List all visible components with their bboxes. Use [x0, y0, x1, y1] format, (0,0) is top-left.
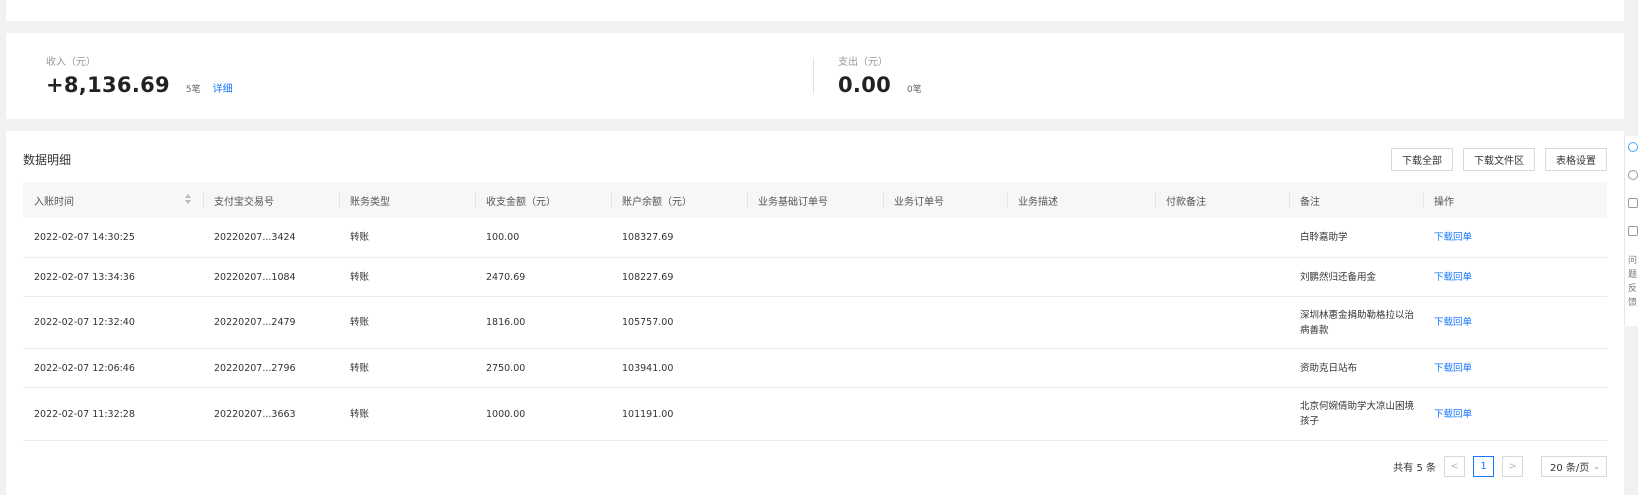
cell-trade-no: 20220207...3663 — [214, 408, 296, 420]
next-page-button[interactable]: > — [1502, 456, 1523, 477]
pagination-total: 共有 5 条 — [1393, 463, 1436, 474]
page-size-select[interactable]: 20 条/页 ⌄ — [1541, 456, 1607, 477]
table-row: 2022-02-07 14:30:25 20220207...3424 转账 1… — [23, 218, 1607, 258]
cell-time: 2022-02-07 14:30:25 — [34, 232, 135, 243]
cell-time: 2022-02-07 11:32:28 — [34, 408, 135, 420]
cell-amount: 1000.00 — [486, 408, 526, 420]
expense-summary: 支出（元） 0.00 0笔 — [838, 53, 922, 97]
feedback-icon[interactable] — [1628, 226, 1638, 236]
cell-balance: 108327.69 — [622, 232, 674, 243]
col-header-base-order: 业务基础订单号 — [747, 182, 883, 218]
download-receipt-link[interactable]: 下载回单 — [1423, 270, 1607, 285]
prev-page-button[interactable]: < — [1444, 456, 1465, 477]
cell-balance: 108227.69 — [622, 271, 674, 283]
assistant-icon[interactable] — [1628, 142, 1638, 152]
detail-title: 数据明细 — [23, 153, 72, 167]
cell-note: 白聆嘉助学 — [1300, 232, 1348, 243]
download-receipt-link[interactable]: 下载回单 — [1423, 315, 1607, 330]
page-1-button[interactable]: 1 — [1473, 456, 1494, 477]
cell-type: 转账 — [350, 408, 370, 420]
help-icon[interactable] — [1628, 198, 1638, 208]
cell-trade-no: 20220207...2479 — [214, 317, 296, 328]
expense-amount: 0.00 — [838, 73, 892, 97]
cell-type: 转账 — [350, 232, 370, 243]
cell-amount: 100.00 — [486, 232, 520, 243]
expense-count: 0笔 — [907, 85, 922, 95]
col-header-type: 账务类型 — [339, 182, 475, 218]
table-row: 2022-02-07 12:32:40 20220207...2479 转账 1… — [23, 297, 1607, 349]
cell-note: 北京何婉倩助学大凉山困境孩子 — [1300, 401, 1415, 427]
cell-amount: 2470.69 — [486, 271, 526, 283]
cell-trade-no: 20220207...2796 — [214, 362, 296, 374]
income-summary: 收入（元） +8,136.69 5笔 详细 — [46, 53, 233, 97]
detail-card: 数据明细 下载全部 下载文件区 表格设置 入账时间 支付宝交易号 账务类型 收支… — [6, 131, 1624, 495]
col-header-time[interactable]: 入账时间 — [23, 182, 203, 218]
table-row: 2022-02-07 13:34:36 20220207...1084 转账 2… — [23, 258, 1607, 297]
cell-type: 转账 — [350, 317, 370, 328]
pagination: 共有 5 条 < 1 > 20 条/页 ⌄ — [1393, 456, 1607, 477]
chevron-down-icon: ⌄ — [1593, 462, 1600, 471]
sort-icon[interactable] — [185, 194, 191, 204]
download-all-button[interactable]: 下载全部 — [1391, 148, 1453, 171]
cell-balance: 103941.00 — [622, 362, 674, 374]
col-header-action: 操作 — [1423, 182, 1607, 218]
cell-time: 2022-02-07 12:32:40 — [34, 317, 135, 328]
table-header: 入账时间 支付宝交易号 账务类型 收支金额（元） 账户余额（元） 业务基础订单号… — [23, 182, 1607, 218]
summary-divider — [813, 58, 814, 94]
income-count: 5笔 — [185, 85, 201, 95]
cell-amount: 2750.00 — [486, 362, 526, 374]
download-receipt-link[interactable]: 下载回单 — [1423, 230, 1607, 245]
detail-toolbar: 下载全部 下载文件区 表格设置 — [1391, 148, 1607, 171]
col-header-trade-no: 支付宝交易号 — [203, 182, 339, 218]
download-receipt-link[interactable]: 下载回单 — [1423, 407, 1607, 422]
cell-amount: 1816.00 — [486, 317, 526, 328]
cell-trade-no: 20220207...1084 — [214, 271, 296, 283]
side-rail: 问题反馈 — [1624, 136, 1638, 326]
table-row: 2022-02-07 11:32:28 20220207...3663 转账 1… — [23, 388, 1607, 441]
download-files-button[interactable]: 下载文件区 — [1463, 148, 1535, 171]
table-row: 2022-02-07 12:06:46 20220207...2796 转账 2… — [23, 349, 1607, 388]
cell-balance: 101191.00 — [622, 408, 674, 420]
col-header-desc: 业务描述 — [1007, 182, 1155, 218]
cell-type: 转账 — [350, 362, 370, 374]
cell-balance: 105757.00 — [622, 317, 674, 328]
cell-note: 深圳林惠金捐助勒格拉以治病善款 — [1300, 309, 1415, 336]
cell-type: 转账 — [350, 271, 370, 283]
cell-trade-no: 20220207...3424 — [214, 232, 296, 243]
col-header-amount: 收支金额（元） — [475, 182, 611, 218]
cell-time: 2022-02-07 12:06:46 — [34, 362, 135, 374]
cell-time: 2022-02-07 13:34:36 — [34, 271, 135, 283]
headset-icon[interactable] — [1628, 170, 1638, 180]
col-header-pay-note: 付款备注 — [1155, 182, 1289, 218]
page-size-value: 20 条/页 — [1550, 463, 1590, 474]
side-rail-text[interactable]: 问题反馈 — [1628, 254, 1638, 310]
top-filter-card — [6, 0, 1624, 21]
detail-table: 入账时间 支付宝交易号 账务类型 收支金额（元） 账户余额（元） 业务基础订单号… — [23, 182, 1607, 441]
download-receipt-link[interactable]: 下载回单 — [1423, 361, 1607, 376]
col-header-balance: 账户余额（元） — [611, 182, 747, 218]
cell-note: 刘鹏然归还备用金 — [1300, 271, 1377, 283]
income-detail-link[interactable]: 详细 — [213, 80, 233, 95]
income-label: 收入（元） — [46, 57, 96, 68]
table-settings-button[interactable]: 表格设置 — [1545, 148, 1607, 171]
col-header-note: 备注 — [1289, 182, 1423, 218]
col-header-order: 业务订单号 — [883, 182, 1007, 218]
income-amount: +8,136.69 — [46, 73, 170, 97]
cell-note: 资助克日站布 — [1300, 362, 1358, 374]
summary-card: 收入（元） +8,136.69 5笔 详细 支出（元） 0.00 0笔 — [6, 33, 1624, 119]
expense-label: 支出（元） — [838, 57, 888, 68]
